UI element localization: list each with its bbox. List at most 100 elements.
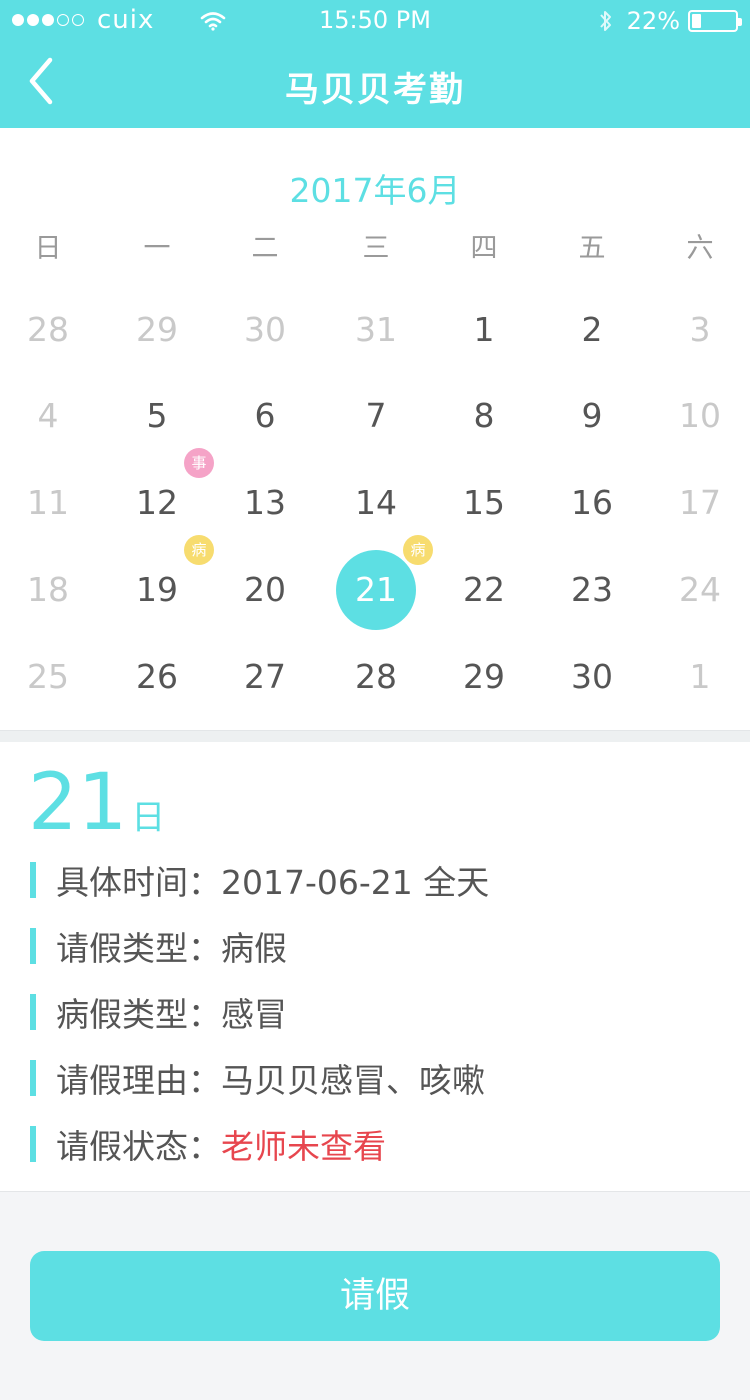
detail-row: 请假理由： 马贝贝感冒、咳嗽: [30, 1060, 485, 1100]
calendar-day[interactable]: 23: [547, 565, 637, 615]
calendar-day[interactable]: 12 事: [112, 448, 214, 528]
selected-day: 21 日: [28, 758, 165, 848]
row-accent-bar: [30, 862, 36, 898]
calendar-day-number: 25: [27, 657, 69, 696]
calendar-day-number: 9: [581, 396, 603, 435]
calendar-day[interactable]: 30: [220, 305, 310, 355]
calendar-day[interactable]: 29: [112, 305, 202, 355]
calendar-day-number: 27: [244, 657, 286, 696]
detail-label: 请假理由：: [56, 1061, 221, 1100]
calendar-day-number: 26: [136, 657, 178, 696]
nav-bar: 马贝贝考勤: [0, 40, 750, 128]
calendar-day-number: 12: [136, 483, 178, 522]
weekday-label: 日: [34, 233, 62, 264]
page-title: 马贝贝考勤: [285, 70, 465, 110]
calendar-day-number: 10: [679, 396, 721, 435]
battery-percent: 22%: [626, 7, 680, 35]
leave-tag-badge: 事: [184, 448, 214, 478]
calendar-day[interactable]: 28: [3, 305, 93, 355]
calendar-day[interactable]: 10: [655, 391, 745, 441]
calendar-day[interactable]: 29: [439, 652, 529, 702]
calendar: 2017年6月 日一二三四五六 28 29 30 31 1 2 3 4 5 6 7 8 9 10 11 12 事…: [0, 128, 750, 730]
calendar-day-number: 3: [689, 310, 711, 349]
calendar-day-number: 28: [27, 310, 69, 349]
weekday-label: 五: [578, 233, 606, 264]
detail-value: 2017-06-21 全天: [221, 863, 490, 902]
calendar-day-number: 23: [571, 570, 613, 609]
calendar-day-selected[interactable]: 21 病: [331, 535, 433, 630]
calendar-day[interactable]: 14: [331, 478, 421, 528]
calendar-day[interactable]: 1: [655, 652, 745, 702]
section-divider: [0, 730, 750, 742]
calendar-day[interactable]: 16: [547, 478, 637, 528]
calendar-month-title: 2017年6月: [289, 171, 461, 210]
calendar-day[interactable]: 24: [655, 565, 745, 615]
calendar-day[interactable]: 1: [439, 305, 529, 355]
calendar-day[interactable]: 7: [331, 391, 421, 441]
calendar-day[interactable]: 31: [331, 305, 421, 355]
calendar-day-number: 21: [355, 570, 397, 609]
calendar-day-number: 20: [244, 570, 286, 609]
calendar-day[interactable]: 5: [112, 391, 202, 441]
calendar-day[interactable]: 28: [331, 652, 421, 702]
detail-label: 请假状态：: [56, 1127, 221, 1166]
calendar-day-number: 2: [581, 310, 603, 349]
calendar-day-number: 11: [27, 483, 69, 522]
calendar-day[interactable]: 13: [220, 478, 310, 528]
calendar-day-number: 7: [365, 396, 387, 435]
calendar-day[interactable]: 18: [3, 565, 93, 615]
calendar-day-number: 15: [463, 483, 505, 522]
calendar-day[interactable]: 11: [3, 478, 93, 528]
calendar-day-number: 28: [355, 657, 397, 696]
detail-row: 具体时间： 2017-06-21 全天: [30, 862, 489, 902]
calendar-day-number: 30: [244, 310, 286, 349]
request-leave-button[interactable]: 请假: [30, 1251, 720, 1341]
leave-status-value: 老师未查看: [221, 1127, 386, 1166]
calendar-day[interactable]: 3: [655, 305, 745, 355]
status-right: 22%: [599, 7, 742, 35]
weekday-label: 六: [686, 233, 714, 264]
detail-row: 请假类型： 病假: [30, 928, 287, 968]
calendar-day-number: 24: [679, 570, 721, 609]
leave-detail: 21 日 具体时间： 2017-06-21 全天 请假类型： 病假 病假类型： 感冒 请假理由…: [0, 742, 750, 1192]
calendar-day-number: 29: [136, 310, 178, 349]
calendar-day[interactable]: 8: [439, 391, 529, 441]
row-accent-bar: [30, 994, 36, 1030]
calendar-day[interactable]: 2: [547, 305, 637, 355]
bluetooth-icon: [599, 11, 611, 31]
calendar-day-number: 6: [254, 396, 276, 435]
calendar-day[interactable]: 25: [3, 652, 93, 702]
detail-value: 感冒: [221, 995, 287, 1034]
calendar-day-number: 1: [473, 310, 495, 349]
calendar-day-number: 16: [571, 483, 613, 522]
detail-value: 病假: [221, 929, 287, 968]
calendar-day-number: 22: [463, 570, 505, 609]
calendar-day[interactable]: 15: [439, 478, 529, 528]
row-accent-bar: [30, 1060, 36, 1096]
status-bar: cuix 15:50 PM 22%: [0, 0, 750, 40]
calendar-day[interactable]: 20: [220, 565, 310, 615]
calendar-day[interactable]: 22: [439, 565, 529, 615]
calendar-day[interactable]: 27: [220, 652, 310, 702]
calendar-day-number: 5: [146, 396, 168, 435]
row-accent-bar: [30, 1126, 36, 1162]
calendar-day[interactable]: 30: [547, 652, 637, 702]
calendar-day[interactable]: 19 病: [112, 535, 214, 615]
calendar-day[interactable]: 4: [3, 391, 93, 441]
calendar-day[interactable]: 17: [655, 478, 745, 528]
detail-value: 马贝贝感冒、咳嗽: [221, 1061, 485, 1100]
selected-day-number: 21: [28, 758, 128, 848]
weekday-label: 三: [362, 233, 390, 264]
calendar-day-number: 4: [37, 396, 59, 435]
calendar-day-number: 13: [244, 483, 286, 522]
calendar-day[interactable]: 6: [220, 391, 310, 441]
detail-row: 请假状态： 老师未查看: [30, 1126, 386, 1166]
top-bar: cuix 15:50 PM 22% 马贝贝考勤: [0, 0, 750, 128]
calendar-day[interactable]: 26: [112, 652, 202, 702]
calendar-day[interactable]: 9: [547, 391, 637, 441]
calendar-day-number: 30: [571, 657, 613, 696]
leave-tag-badge: 病: [403, 535, 433, 565]
calendar-day-number: 18: [27, 570, 69, 609]
detail-label: 请假类型：: [56, 929, 221, 968]
calendar-day-number: 14: [355, 483, 397, 522]
